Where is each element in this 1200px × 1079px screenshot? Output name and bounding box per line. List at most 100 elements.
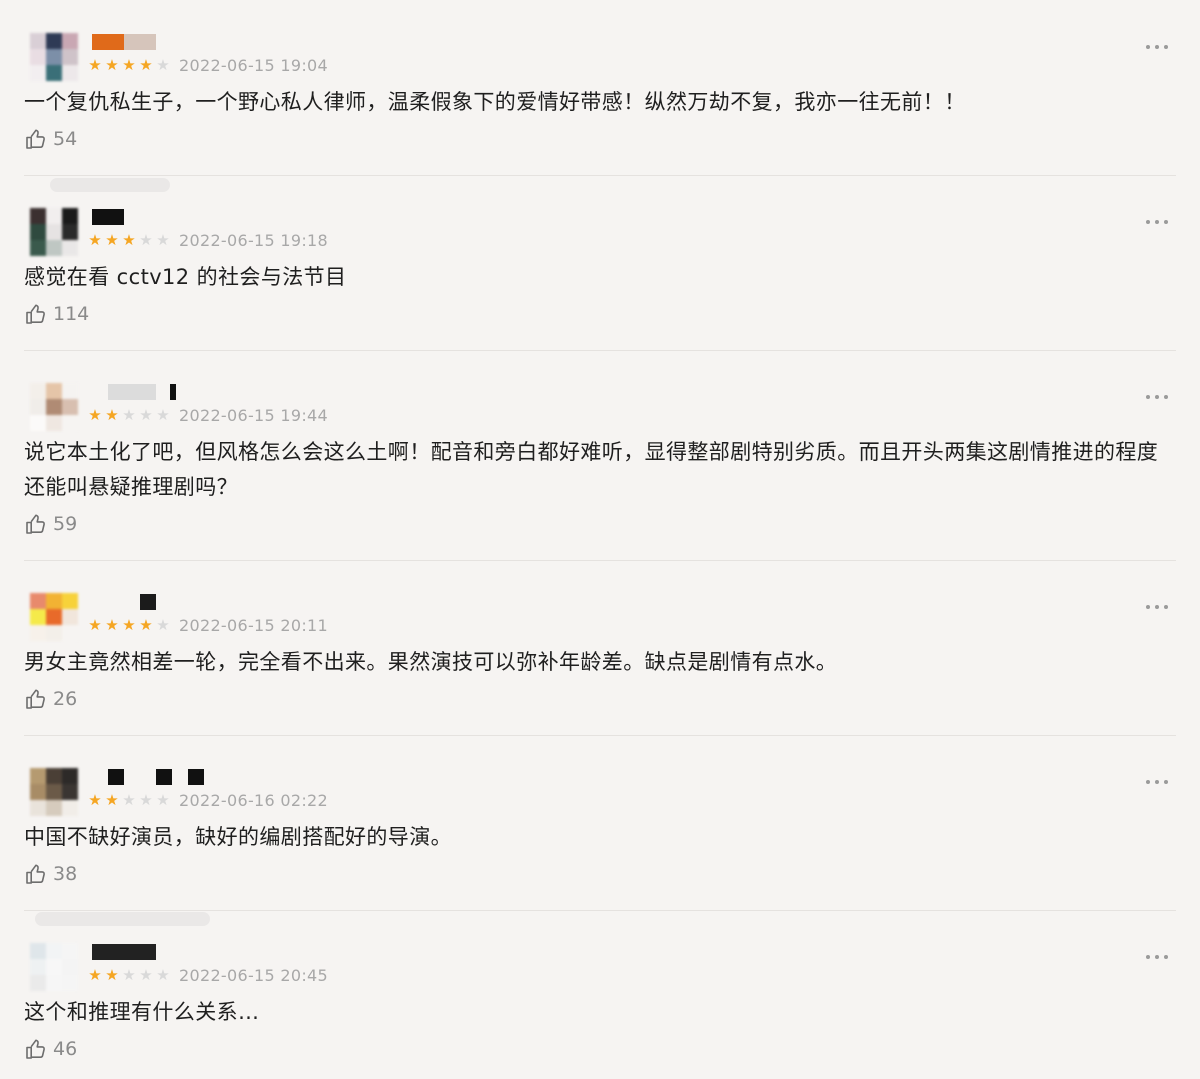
avatar-pixel bbox=[46, 240, 62, 256]
avatar-pixel bbox=[30, 49, 46, 65]
more-options-icon[interactable] bbox=[1146, 393, 1170, 401]
more-dot bbox=[1164, 780, 1168, 784]
comment-time: 2022-06-15 19:44 bbox=[179, 406, 328, 425]
avatar-pixel bbox=[62, 768, 78, 784]
star-icon: ★ bbox=[139, 56, 152, 74]
avatar-pixel bbox=[46, 208, 62, 224]
comment-item: ★ ★ ★ ★ ★ 2022-06-15 19:04 一个复仇私生子，一个野心私人律师，温柔… bbox=[0, 0, 1200, 175]
avatar-pixel bbox=[30, 768, 46, 784]
more-options-icon[interactable] bbox=[1146, 218, 1170, 226]
avatar-pixel bbox=[46, 609, 62, 625]
star-icon: ★ bbox=[122, 616, 135, 634]
more-dot bbox=[1146, 45, 1150, 49]
avatar-pixel bbox=[30, 959, 46, 975]
comment-time: 2022-06-16 02:22 bbox=[179, 791, 328, 810]
username-censor-block bbox=[92, 34, 124, 50]
avatar-pixel bbox=[30, 383, 46, 399]
avatar-pixel bbox=[46, 415, 62, 431]
avatar-pixel bbox=[30, 943, 46, 959]
avatar-pixel bbox=[62, 208, 78, 224]
like-count: 54 bbox=[53, 128, 78, 150]
avatar-pixel bbox=[46, 399, 62, 415]
star-icon: ★ bbox=[139, 231, 152, 249]
avatar-pixel bbox=[62, 800, 78, 816]
username-censor-block bbox=[170, 384, 176, 400]
more-options-icon[interactable] bbox=[1146, 603, 1170, 611]
avatar-pixel bbox=[30, 65, 46, 81]
user-avatar[interactable] bbox=[30, 208, 78, 256]
user-avatar[interactable] bbox=[30, 768, 78, 816]
more-dot bbox=[1155, 220, 1159, 224]
comment-divider bbox=[24, 910, 1176, 911]
avatar-pixel bbox=[30, 33, 46, 49]
comment-text: 一个复仇私生子，一个野心私人律师，温柔假象下的爱情好带感！纵然万劫不复，我亦一往… bbox=[24, 90, 966, 114]
avatar-pixel bbox=[62, 943, 78, 959]
more-dot bbox=[1146, 605, 1150, 609]
star-icon: ★ bbox=[105, 231, 118, 249]
more-options-icon[interactable] bbox=[1146, 778, 1170, 786]
like-count: 46 bbox=[53, 1038, 78, 1060]
user-avatar[interactable] bbox=[30, 33, 78, 81]
star-icon: ★ bbox=[139, 406, 152, 424]
more-dot bbox=[1155, 605, 1159, 609]
avatar-pixel bbox=[30, 415, 46, 431]
thumbs-up-icon bbox=[24, 127, 48, 151]
star-rating: ★ ★ ★ ★ ★ bbox=[86, 57, 171, 73]
more-dot bbox=[1155, 780, 1159, 784]
avatar-pixel bbox=[46, 959, 62, 975]
star-icon: ★ bbox=[156, 966, 169, 984]
star-icon: ★ bbox=[156, 56, 169, 74]
more-dot bbox=[1164, 45, 1168, 49]
thumbs-up-icon bbox=[24, 1037, 48, 1061]
avatar-pixel bbox=[30, 593, 46, 609]
more-dot bbox=[1164, 220, 1168, 224]
username-censor-block bbox=[188, 769, 204, 785]
avatar-pixel bbox=[30, 208, 46, 224]
thumbs-up-icon bbox=[24, 512, 48, 536]
star-icon: ★ bbox=[156, 406, 169, 424]
like-count: 59 bbox=[53, 513, 78, 535]
username-censor-block bbox=[140, 594, 156, 610]
avatar-pixel bbox=[46, 65, 62, 81]
more-options-icon[interactable] bbox=[1146, 43, 1170, 51]
thumbs-up-icon bbox=[24, 862, 48, 886]
avatar-pixel bbox=[62, 784, 78, 800]
avatar-pixel bbox=[46, 975, 62, 991]
comment-text: 中国不缺好演员，缺好的编剧搭配好的导演。 bbox=[24, 825, 452, 849]
comment-item: ★ ★ ★ ★ ★ 2022-06-15 20:45 这个和推理有什么关系… 46 bbox=[0, 910, 1200, 1079]
user-avatar[interactable] bbox=[30, 943, 78, 991]
avatar-pixel bbox=[30, 784, 46, 800]
user-avatar[interactable] bbox=[30, 383, 78, 431]
user-avatar[interactable] bbox=[30, 593, 78, 641]
star-rating: ★ ★ ★ ★ ★ bbox=[86, 407, 171, 423]
more-dot bbox=[1164, 605, 1168, 609]
avatar-pixel bbox=[46, 593, 62, 609]
scroll-artifact bbox=[35, 912, 210, 926]
avatar-pixel bbox=[46, 33, 62, 49]
avatar-pixel bbox=[30, 625, 46, 641]
comment-time: 2022-06-15 20:11 bbox=[179, 616, 328, 635]
avatar-pixel bbox=[30, 240, 46, 256]
star-icon: ★ bbox=[105, 966, 118, 984]
avatar-pixel bbox=[62, 399, 78, 415]
more-dot bbox=[1164, 395, 1168, 399]
star-rating: ★ ★ ★ ★ ★ bbox=[86, 792, 171, 808]
avatar-pixel bbox=[62, 625, 78, 641]
star-icon: ★ bbox=[156, 616, 169, 634]
more-options-icon[interactable] bbox=[1146, 953, 1170, 961]
avatar-pixel bbox=[46, 383, 62, 399]
avatar-pixel bbox=[62, 65, 78, 81]
comment-time: 2022-06-15 19:04 bbox=[179, 56, 328, 75]
username-censor-block bbox=[108, 384, 156, 400]
thumbs-up-icon bbox=[24, 302, 48, 326]
avatar-pixel bbox=[46, 768, 62, 784]
avatar-pixel bbox=[46, 625, 62, 641]
username-censor-block bbox=[92, 944, 156, 960]
comment-item: ★ ★ ★ ★ ★ 2022-06-16 02:22 中国不缺好演员，缺好的编剧搭配好的导演… bbox=[0, 735, 1200, 910]
avatar-pixel bbox=[30, 399, 46, 415]
star-icon: ★ bbox=[156, 231, 169, 249]
avatar-pixel bbox=[62, 593, 78, 609]
comment-time: 2022-06-15 20:45 bbox=[179, 966, 328, 985]
avatar-pixel bbox=[62, 383, 78, 399]
comment-item: ★ ★ ★ ★ ★ 2022-06-15 19:44 说它本土化了吧，但风格怎么会这么土啊！… bbox=[0, 350, 1200, 560]
